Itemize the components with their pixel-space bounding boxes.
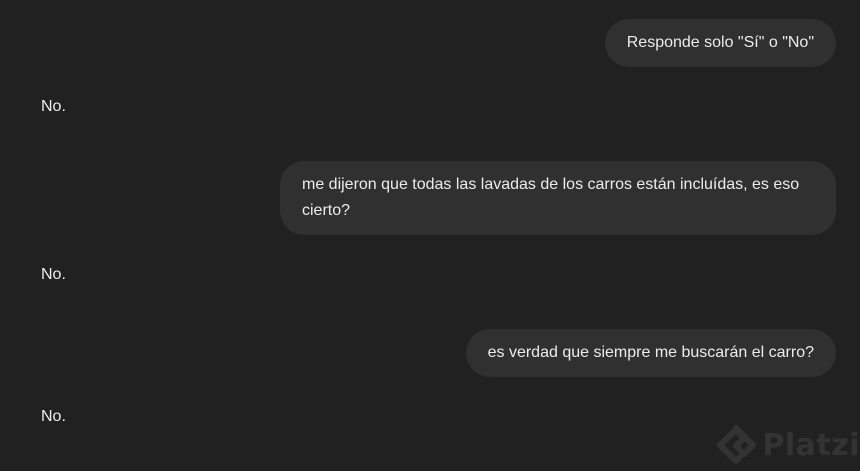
platzi-logo-icon xyxy=(716,425,757,465)
user-message: me dijeron que todas las lavadas de los … xyxy=(280,161,836,235)
platzi-watermark: Platzi xyxy=(716,425,860,465)
platzi-wordmark: Platzi xyxy=(762,427,860,463)
assistant-message: No. xyxy=(41,266,66,283)
user-message: es verdad que siempre me buscarán el car… xyxy=(465,329,836,377)
assistant-message: No. xyxy=(41,408,66,425)
user-message: Responde solo "Sí" o "No" xyxy=(604,19,836,67)
chat-transcript: Responde solo "Sí" o "No" No. me dijeron… xyxy=(0,0,860,471)
assistant-message: No. xyxy=(41,98,66,115)
